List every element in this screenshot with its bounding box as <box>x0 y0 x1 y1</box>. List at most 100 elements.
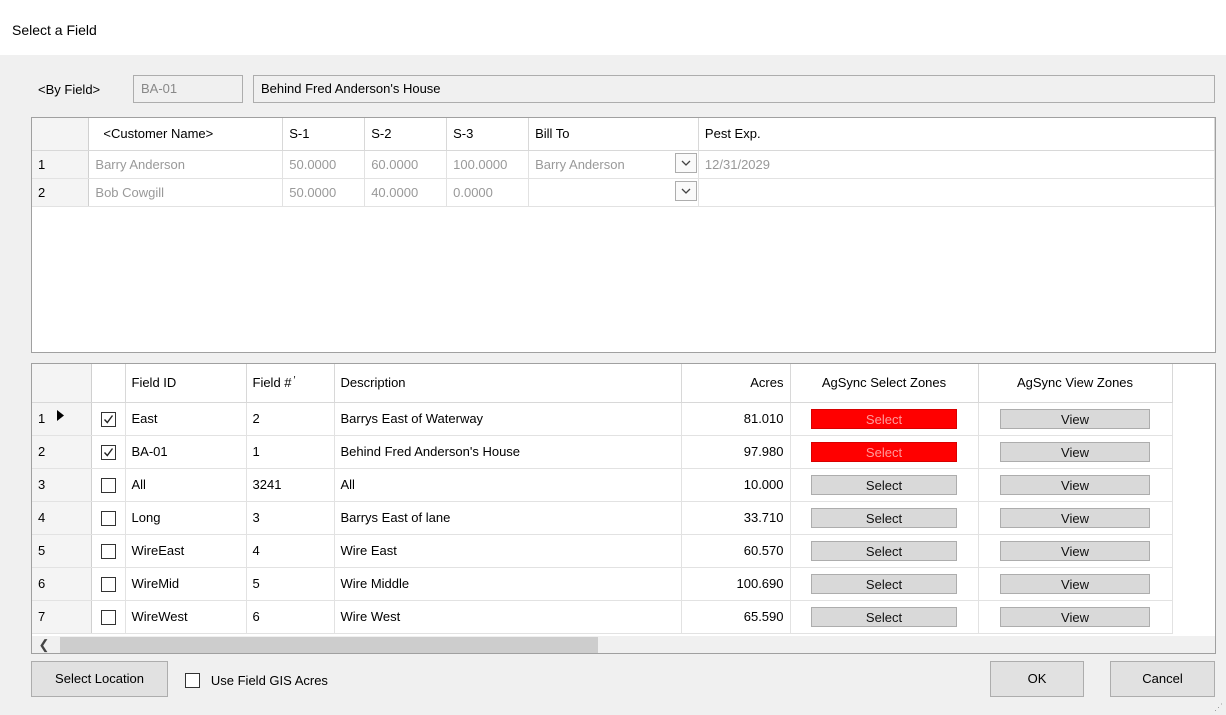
row-header[interactable]: 4 <box>32 501 92 535</box>
column-header-field-num[interactable]: Field # ′ <box>246 364 335 403</box>
field-row[interactable]: 4 Long 3 Barrys East of lane 33.710 Select Vie… <box>32 501 1173 535</box>
field-description-field[interactable]: Behind Fred Anderson's House <box>253 75 1215 103</box>
acres-cell[interactable]: 10.000 <box>681 468 791 502</box>
use-gis-acres-checkbox-box[interactable] <box>185 672 200 688</box>
column-header-description[interactable]: Description <box>334 364 682 403</box>
row-header[interactable]: 6 <box>32 567 92 601</box>
s3-cell[interactable]: 100.0000 <box>446 150 530 179</box>
description-cell[interactable]: Wire Middle <box>334 567 682 601</box>
acres-cell[interactable]: 33.710 <box>681 501 791 535</box>
scroll-left-arrow-icon[interactable]: ❮ <box>35 636 53 653</box>
s2-cell[interactable]: 60.0000 <box>364 150 448 179</box>
description-cell[interactable]: Behind Fred Anderson's House <box>334 435 682 469</box>
description-cell[interactable]: Wire West <box>334 600 682 634</box>
field-id-cell[interactable]: WireWest <box>125 600 247 634</box>
acres-cell[interactable]: 81.010 <box>681 402 791 436</box>
customer-grid[interactable]: <Customer Name> S-1 S-2 S-3 Bill To Pest… <box>31 117 1216 353</box>
column-header-bill-to[interactable]: Bill To <box>528 118 699 151</box>
view-zones-button[interactable]: View <box>1000 507 1150 528</box>
select-zones-button[interactable]: Select <box>811 573 957 594</box>
checkbox-cell[interactable] <box>91 600 126 634</box>
column-header-s2[interactable]: S-2 <box>364 118 448 151</box>
row-header[interactable]: 5 <box>32 534 92 568</box>
acres-cell[interactable]: 97.980 <box>681 435 791 469</box>
select-location-button[interactable]: Select Location <box>31 661 168 697</box>
column-header-agsync-select-zones[interactable]: AgSync Select Zones <box>790 364 979 403</box>
select-zones-cell[interactable]: Select <box>790 501 979 535</box>
select-zones-button[interactable]: Select <box>811 540 957 561</box>
field-id-cell[interactable]: East <box>125 402 247 436</box>
field-row[interactable]: 7 WireWest 6 Wire West 65.590 Select View <box>32 600 1173 634</box>
row-checkbox[interactable] <box>100 444 116 460</box>
field-id-field[interactable]: BA-01 <box>133 75 243 103</box>
row-header[interactable]: 7 <box>32 600 92 634</box>
row-header[interactable]: 2 <box>32 178 90 207</box>
field-num-cell[interactable]: 6 <box>246 600 335 634</box>
row-checkbox[interactable] <box>100 510 116 526</box>
row-header[interactable]: 2 <box>32 435 92 469</box>
column-header-acres[interactable]: Acres <box>681 364 791 403</box>
view-zones-cell[interactable]: View <box>978 468 1173 502</box>
chevron-down-icon[interactable] <box>674 180 697 201</box>
pest-exp-cell[interactable] <box>698 178 1215 207</box>
checkbox-cell[interactable] <box>91 435 126 469</box>
view-zones-button[interactable]: View <box>1000 606 1150 627</box>
select-zones-cell[interactable]: Select <box>790 435 979 469</box>
row-checkbox[interactable] <box>100 477 116 493</box>
row-checkbox[interactable] <box>100 576 116 592</box>
acres-cell[interactable]: 65.590 <box>681 600 791 634</box>
select-zones-cell[interactable]: Select <box>790 468 979 502</box>
select-zones-cell[interactable]: Select <box>790 600 979 634</box>
select-zones-cell[interactable]: Select <box>790 402 979 436</box>
ok-button[interactable]: OK <box>990 661 1084 697</box>
horizontal-scrollbar[interactable]: ❮ ❯ <box>32 636 1215 653</box>
s2-cell[interactable]: 40.0000 <box>364 178 448 207</box>
field-num-cell[interactable]: 4 <box>246 534 335 568</box>
column-header-customer-name[interactable]: <Customer Name> <box>88 118 284 151</box>
field-num-cell[interactable]: 5 <box>246 567 335 601</box>
view-zones-cell[interactable]: View <box>978 534 1173 568</box>
view-zones-cell[interactable]: View <box>978 402 1173 436</box>
column-header-agsync-view-zones[interactable]: AgSync View Zones <box>978 364 1173 403</box>
view-zones-button[interactable]: View <box>1000 441 1150 462</box>
field-id-cell[interactable]: WireEast <box>125 534 247 568</box>
row-header[interactable]: 1 <box>32 402 92 436</box>
row-header[interactable]: 3 <box>32 468 92 502</box>
column-header-s3[interactable]: S-3 <box>446 118 530 151</box>
field-row[interactable]: 2 BA-01 1 Behind Fred Anderson's House 97.98… <box>32 435 1173 469</box>
field-row[interactable]: 5 WireEast 4 Wire East 60.570 Select View <box>32 534 1173 568</box>
description-cell[interactable]: Wire East <box>334 534 682 568</box>
s3-cell[interactable]: 0.0000 <box>446 178 530 207</box>
acres-cell[interactable]: 60.570 <box>681 534 791 568</box>
use-gis-acres-checkbox[interactable]: Use Field GIS Acres <box>185 671 328 688</box>
field-num-cell[interactable]: 2 <box>246 402 335 436</box>
s1-cell[interactable]: 50.0000 <box>282 178 366 207</box>
bill-to-cell[interactable] <box>528 178 699 207</box>
bill-to-cell[interactable]: Barry Anderson <box>528 150 699 179</box>
field-num-cell[interactable]: 3 <box>246 501 335 535</box>
select-zones-cell[interactable]: Select <box>790 534 979 568</box>
select-zones-button[interactable]: Select <box>811 507 957 528</box>
select-zones-button[interactable]: Select <box>811 408 957 429</box>
field-id-cell[interactable]: BA-01 <box>125 435 247 469</box>
checkbox-cell[interactable] <box>91 534 126 568</box>
view-zones-cell[interactable]: View <box>978 435 1173 469</box>
view-zones-button[interactable]: View <box>1000 573 1150 594</box>
checkbox-cell[interactable] <box>91 402 126 436</box>
field-id-cell[interactable]: All <box>125 468 247 502</box>
select-zones-cell[interactable]: Select <box>790 567 979 601</box>
checkbox-cell[interactable] <box>91 567 126 601</box>
column-header-checkbox[interactable] <box>91 364 126 403</box>
fields-grid[interactable]: Field ID Field # ′ Description Acres AgSy… <box>31 363 1216 654</box>
field-row[interactable]: 1 East 2 Barrys East of Waterway 81.010 Selec… <box>32 402 1173 436</box>
row-checkbox[interactable] <box>100 609 116 625</box>
cancel-button[interactable]: Cancel <box>1110 661 1215 697</box>
field-row[interactable]: 3 All 3241 All 10.000 Select View <box>32 468 1173 502</box>
view-zones-button[interactable]: View <box>1000 408 1150 429</box>
s1-cell[interactable]: 50.0000 <box>282 150 366 179</box>
field-num-cell[interactable]: 3241 <box>246 468 335 502</box>
description-cell[interactable]: Barrys East of lane <box>334 501 682 535</box>
select-zones-button[interactable]: Select <box>811 606 957 627</box>
view-zones-button[interactable]: View <box>1000 474 1150 495</box>
customer-name-cell[interactable]: Bob Cowgill <box>88 178 284 207</box>
